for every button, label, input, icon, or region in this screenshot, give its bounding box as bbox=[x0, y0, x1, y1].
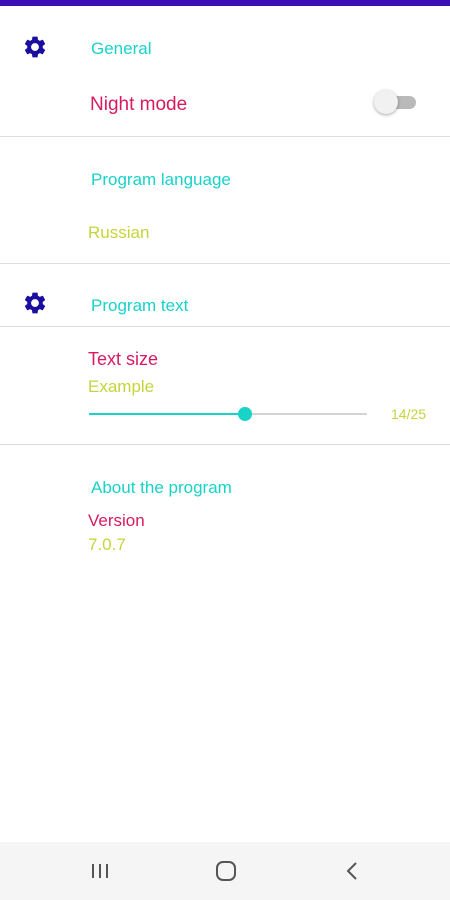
gear-icon bbox=[24, 292, 46, 314]
section-title-program-text: Program text bbox=[91, 296, 189, 315]
home-icon[interactable] bbox=[206, 856, 246, 886]
slider-fill bbox=[89, 413, 245, 415]
slider-thumb[interactable] bbox=[238, 407, 252, 421]
navigation-bar bbox=[0, 842, 450, 900]
gear-icon bbox=[24, 36, 46, 58]
text-size-slider[interactable] bbox=[89, 404, 367, 424]
night-mode-toggle[interactable] bbox=[374, 89, 418, 115]
text-size-label: Text size bbox=[88, 349, 159, 369]
night-mode-label: Night mode bbox=[90, 94, 188, 115]
divider bbox=[0, 444, 450, 445]
divider bbox=[0, 326, 450, 327]
version-label: Version bbox=[88, 511, 145, 530]
settings-screen: General Night mode Program language Russ… bbox=[0, 0, 450, 900]
status-bar bbox=[0, 0, 450, 6]
divider bbox=[0, 263, 450, 264]
toggle-thumb bbox=[374, 90, 398, 114]
example-text: Example bbox=[88, 377, 155, 396]
language-value[interactable]: Russian bbox=[88, 224, 149, 241]
recents-icon[interactable] bbox=[80, 856, 120, 886]
text-size-readout: 14/25 bbox=[391, 406, 427, 422]
section-title-language: Program language bbox=[91, 170, 231, 189]
section-title-general: General bbox=[91, 39, 152, 58]
divider bbox=[0, 136, 450, 137]
section-title-about: About the program bbox=[91, 478, 232, 497]
version-value: 7.0.7 bbox=[88, 535, 126, 554]
back-icon[interactable] bbox=[332, 856, 372, 886]
